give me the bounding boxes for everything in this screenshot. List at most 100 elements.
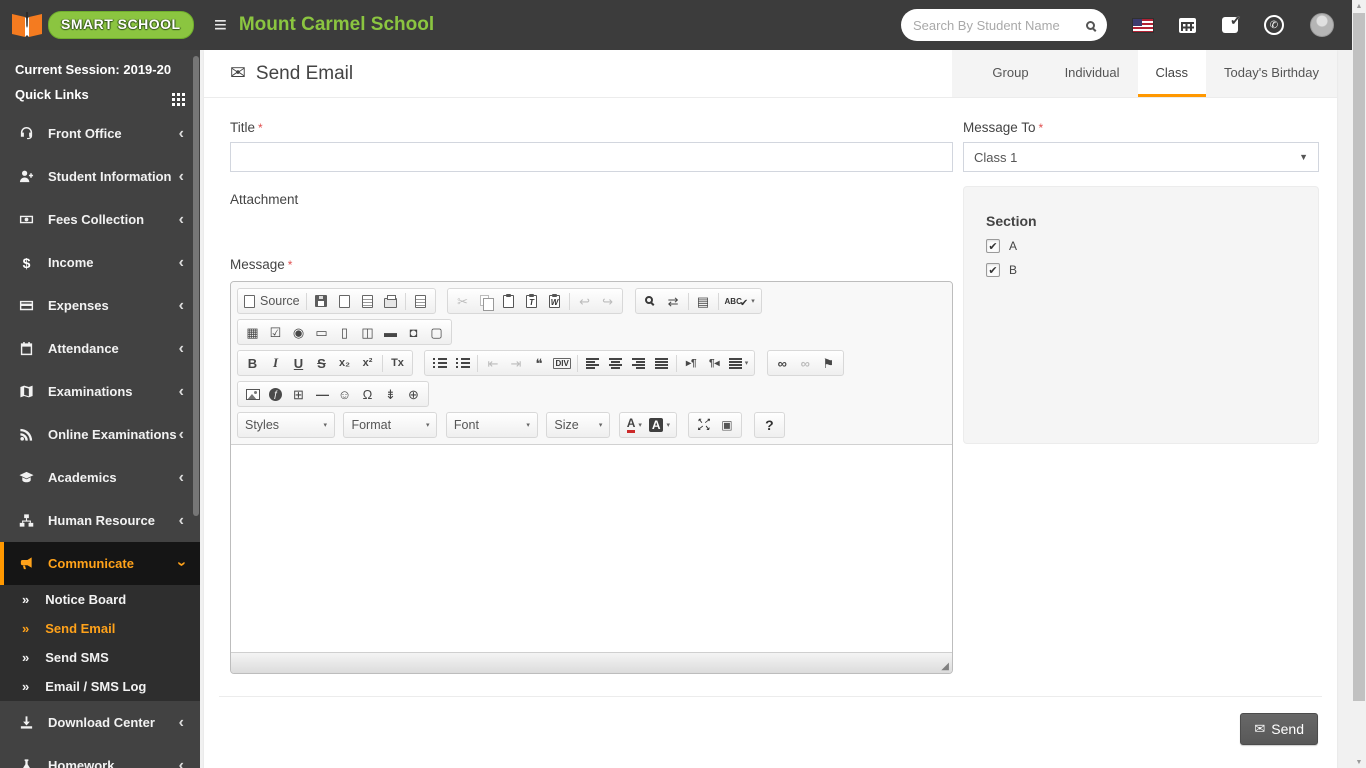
sidebar-item-attendance[interactable]: Attendance ‹	[0, 327, 200, 370]
title-input[interactable]	[230, 142, 953, 172]
textarea-button[interactable]: ▯	[333, 322, 356, 343]
insert-image-button[interactable]	[241, 384, 264, 405]
align-right-button[interactable]	[627, 353, 650, 374]
subscript-button[interactable]: x₂	[333, 353, 356, 374]
sidebar-item-communicate[interactable]: Communicate ‹	[0, 542, 200, 585]
tab-individual[interactable]: Individual	[1047, 50, 1138, 97]
sidebar-subitem-notice-board[interactable]: » Notice Board	[0, 585, 200, 614]
sidebar-item-student-information[interactable]: Student Information ‹	[0, 155, 200, 198]
div-container-button[interactable]: DIV	[550, 353, 573, 374]
preview-button[interactable]	[356, 291, 379, 312]
insert-table-button[interactable]: ⊞	[287, 384, 310, 405]
special-char-button[interactable]: Ω	[356, 384, 379, 405]
outdent-button[interactable]: ⇤	[481, 353, 504, 374]
new-page-button[interactable]	[333, 291, 356, 312]
page-break-button[interactable]: ⇟	[379, 384, 402, 405]
sidebar-item-front-office[interactable]: Front Office ‹	[0, 112, 200, 155]
language-flag-button[interactable]	[1133, 19, 1153, 32]
scroll-down-arrow[interactable]: ▼	[1352, 756, 1366, 768]
strikethrough-button[interactable]: S	[310, 353, 333, 374]
paste-button[interactable]	[497, 291, 520, 312]
form-button[interactable]: ▦	[241, 322, 264, 343]
user-menu-button[interactable]	[1310, 13, 1334, 37]
size-dropdown[interactable]: Size▾	[546, 412, 610, 438]
insert-flash-button[interactable]: ƒ	[264, 384, 287, 405]
smiley-button[interactable]: ☺	[333, 384, 356, 405]
search-icon[interactable]	[1086, 21, 1095, 30]
align-left-button[interactable]	[581, 353, 604, 374]
sidebar-item-fees-collection[interactable]: Fees Collection ‹	[0, 198, 200, 241]
underline-button[interactable]: U	[287, 353, 310, 374]
redo-button[interactable]: ↪	[596, 291, 619, 312]
unlink-button[interactable]: ∞	[794, 353, 817, 374]
send-button[interactable]: ✉ Send	[1240, 713, 1318, 745]
copy-button[interactable]	[474, 291, 497, 312]
tab-todays-birthday[interactable]: Today's Birthday	[1206, 50, 1337, 97]
bidi-ltr-button[interactable]: ▸¶	[680, 353, 703, 374]
button-field-button[interactable]: ▬	[379, 322, 402, 343]
save-button[interactable]	[310, 291, 333, 312]
message-to-select[interactable]: Class 1 ▼	[963, 142, 1319, 172]
hamburger-menu-icon[interactable]: ≡	[214, 14, 227, 36]
scroll-up-arrow[interactable]: ▲	[1352, 0, 1366, 12]
align-justify-button[interactable]	[650, 353, 673, 374]
image-button-button[interactable]: ◘	[402, 322, 425, 343]
sidebar-item-human-resource[interactable]: Human Resource ‹	[0, 499, 200, 542]
bidi-rtl-button[interactable]: ¶◂	[703, 353, 726, 374]
select-field-button[interactable]: ◫	[356, 322, 379, 343]
sidebar-subitem-send-sms[interactable]: » Send SMS	[0, 643, 200, 672]
print-button[interactable]	[379, 291, 402, 312]
paste-text-button[interactable]: T	[520, 291, 543, 312]
cut-button[interactable]: ✂	[451, 291, 474, 312]
link-button[interactable]: ∞	[771, 353, 794, 374]
sidebar-scrollbar-thumb[interactable]	[193, 56, 199, 516]
checkbox-button[interactable]: ☑	[264, 322, 287, 343]
bold-button[interactable]: B	[241, 353, 264, 374]
app-logo[interactable]: SMART SCHOOL	[0, 10, 200, 40]
maximize-button[interactable]: ↖↗↙↘	[692, 415, 715, 436]
calendar-button[interactable]	[1179, 18, 1196, 33]
whatsapp-button[interactable]: ✆	[1264, 15, 1284, 35]
tasks-button[interactable]	[1222, 17, 1238, 33]
format-dropdown[interactable]: Format▾	[343, 412, 437, 438]
paste-word-button[interactable]: W	[543, 291, 566, 312]
iframe-button[interactable]: ⊕	[402, 384, 425, 405]
show-blocks-button[interactable]: ▣	[715, 415, 738, 436]
replace-button[interactable]: ⇄	[662, 291, 685, 312]
resize-handle-icon[interactable]: ◢	[941, 661, 949, 672]
align-center-button[interactable]	[604, 353, 627, 374]
numbered-list-button[interactable]	[428, 353, 451, 374]
remove-format-button[interactable]: Tx	[386, 353, 409, 374]
search-input[interactable]	[913, 18, 1080, 33]
blockquote-button[interactable]: ❝	[527, 353, 550, 374]
radio-button[interactable]: ◉	[287, 322, 310, 343]
language-button[interactable]: ▾	[726, 353, 752, 374]
tab-class[interactable]: Class	[1138, 50, 1207, 97]
sidebar-item-homework[interactable]: Homework ‹	[0, 744, 200, 768]
text-field-button[interactable]: ▭	[310, 322, 333, 343]
styles-dropdown[interactable]: Styles▾	[237, 412, 335, 438]
sidebar-item-expenses[interactable]: Expenses ‹	[0, 284, 200, 327]
sidebar-subitem-email-sms-log[interactable]: » Email / SMS Log	[0, 672, 200, 701]
section-a-checkbox[interactable]: ✔	[986, 239, 1000, 253]
about-button[interactable]: ?	[758, 415, 781, 436]
page-scrollbar-thumb[interactable]	[1353, 13, 1365, 701]
spellcheck-button[interactable]: ABC✔▾	[722, 291, 758, 312]
message-editing-area[interactable]	[231, 445, 952, 652]
section-b-checkbox[interactable]: ✔	[986, 263, 1000, 277]
sidebar-item-download-center[interactable]: Download Center ‹	[0, 701, 200, 744]
superscript-button[interactable]: x²	[356, 353, 379, 374]
sidebar-item-examinations[interactable]: Examinations ‹	[0, 370, 200, 413]
bulleted-list-button[interactable]	[451, 353, 474, 374]
sidebar-item-income[interactable]: $ Income ‹	[0, 241, 200, 284]
indent-button[interactable]: ⇥	[504, 353, 527, 374]
sidebar-item-academics[interactable]: Academics ‹	[0, 456, 200, 499]
templates-button[interactable]	[409, 291, 432, 312]
undo-button[interactable]: ↩	[573, 291, 596, 312]
quick-links[interactable]: Quick Links	[15, 87, 185, 102]
bg-color-button[interactable]: A▾	[646, 415, 673, 436]
sidebar-subitem-send-email[interactable]: » Send Email	[0, 614, 200, 643]
select-all-button[interactable]: ▤	[692, 291, 715, 312]
find-button[interactable]	[639, 291, 662, 312]
anchor-button[interactable]: ⚑	[817, 353, 840, 374]
